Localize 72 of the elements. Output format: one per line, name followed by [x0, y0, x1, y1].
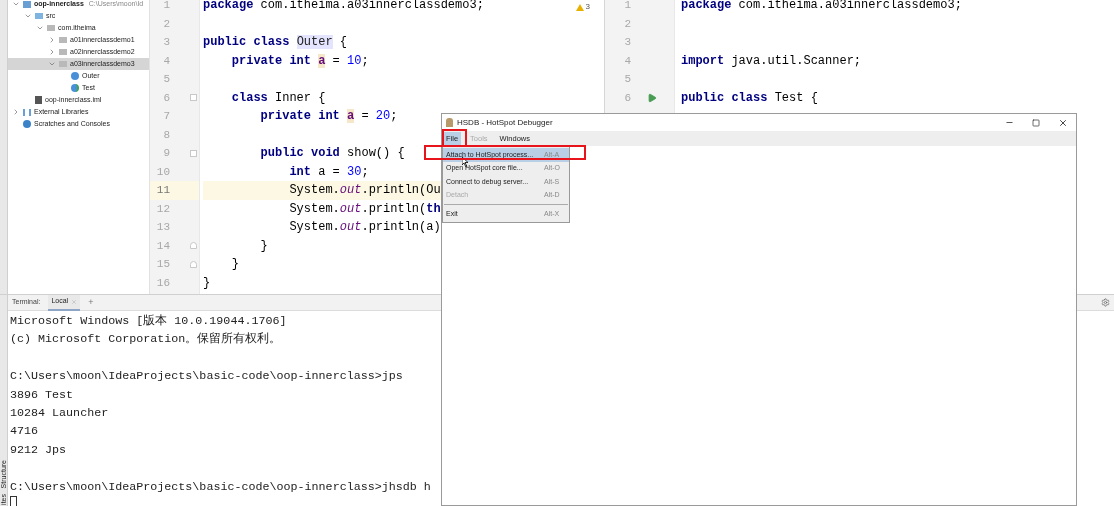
line-number: 11 [155, 183, 170, 198]
chevron-down-icon[interactable] [24, 12, 32, 20]
line-number: 4 [162, 53, 170, 69]
code-line: System.out.println(Ou [288, 182, 441, 199]
line-number: 6 [623, 90, 631, 106]
file-icon [35, 96, 42, 104]
code-line: } [203, 274, 211, 292]
line-number: 13 [155, 220, 170, 235]
maximize-icon[interactable] [1032, 118, 1040, 127]
line-number: 8 [162, 127, 170, 143]
line-number: 5 [623, 72, 631, 87]
app-icon [446, 118, 453, 127]
terminal-line: C:\Users\moon\IdeaProjects\basic-code\oop-innerclass>jps [10, 368, 403, 386]
settings-icon[interactable] [1101, 298, 1110, 307]
line-number: 1 [162, 0, 170, 13]
code-line: package com.itheima.a03innerclassdemo3; [681, 0, 962, 14]
line-number: 16 [155, 275, 170, 291]
line-number: 5 [162, 72, 170, 87]
line-number: 9 [162, 146, 170, 161]
line-number: 2 [162, 16, 170, 32]
warning-icon[interactable] [575, 3, 584, 11]
fold-icon[interactable] [190, 94, 197, 102]
close-icon[interactable] [1058, 117, 1068, 128]
line-number: 3 [623, 35, 631, 50]
code-line: } [259, 237, 268, 255]
chevron-down-icon[interactable] [12, 0, 20, 8]
code-line: public class Outer { [203, 34, 348, 51]
code-line: private int a = 20; [259, 108, 398, 125]
line-number: 15 [155, 257, 170, 272]
code-line: public void show() { [259, 145, 405, 162]
fold-icon[interactable] [190, 260, 197, 268]
line-number: 2 [623, 16, 631, 32]
code-line: package com.itheima.a03innerclassdemo3; [203, 0, 484, 14]
line-number: 14 [155, 238, 170, 254]
code-line: class Inner { [230, 89, 326, 107]
chevron-right-icon[interactable] [12, 108, 20, 116]
line-number: 10 [155, 164, 170, 180]
add-tab-button[interactable]: + [88, 295, 94, 310]
code-line: System.out.println(a) [288, 219, 441, 236]
scratch-icon [23, 120, 31, 128]
fold-icon[interactable] [190, 242, 197, 250]
library-icon [23, 108, 31, 116]
line-number: 6 [162, 90, 170, 106]
line-number: 7 [162, 109, 170, 124]
terminal-line: 4716 [10, 423, 39, 441]
line-number: 1 [623, 0, 631, 13]
chevron-down-icon[interactable] [48, 60, 56, 68]
code-line: System.out.println(th [288, 200, 441, 218]
chevron-down-icon[interactable] [36, 24, 44, 32]
terminal-line: 3896 Test [10, 386, 74, 404]
terminal-line: (c) Microsoft Corporation。保留所有权利。 [10, 331, 282, 349]
run-icon[interactable] [647, 92, 657, 103]
module-icon [23, 0, 31, 8]
code-line: int a = 30; [288, 163, 369, 181]
text-cursor [10, 496, 17, 506]
window-title: HSDB - HotSpot Debugger [457, 116, 553, 129]
line-number: 12 [155, 201, 170, 217]
code-line: private int a = 10; [230, 52, 369, 70]
mouse-pointer-icon [462, 157, 469, 167]
code-line: import java.util.Scanner; [681, 52, 862, 70]
terminal-line: Microsoft Windows [版本 10.0.19044.1706] [10, 313, 287, 330]
code-line: } [230, 256, 239, 273]
terminal-line: 9212 Jps [10, 441, 67, 459]
fold-icon[interactable] [190, 149, 197, 157]
line-number: 4 [623, 53, 631, 69]
code-line: public class Test { [681, 89, 818, 107]
chevron-right-icon[interactable] [48, 36, 56, 44]
line-number: 3 [162, 35, 170, 50]
terminal-line: C:\Users\moon\IdeaProjects\basic-code\oop-innerclass>jhsdb h [10, 478, 431, 496]
terminal-line: 10284 Launcher [10, 405, 109, 422]
warning-count: 3 [585, 1, 590, 13]
chevron-right-icon[interactable] [48, 48, 56, 56]
